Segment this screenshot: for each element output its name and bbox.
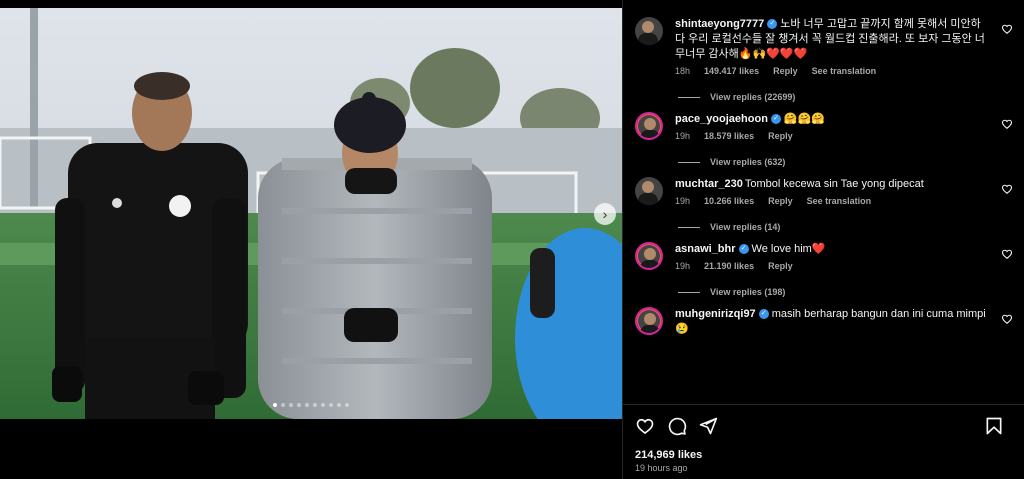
- carousel-dot: [321, 403, 325, 407]
- comment-body: We love him❤️: [751, 243, 826, 255]
- comment-username[interactable]: asnawi_bhr: [675, 243, 736, 255]
- comment-like-heart-icon[interactable]: [1001, 248, 1013, 260]
- heart-icon[interactable]: [635, 416, 655, 436]
- avatar[interactable]: [635, 17, 663, 45]
- verified-badge-icon: ✓: [758, 309, 769, 320]
- carousel-dots: [0, 403, 622, 407]
- comment-like-heart-icon[interactable]: [1001, 183, 1013, 195]
- comment-list: shintaeyong7777 ✓ 노바 너무 고맙고 끝까지 함께 못해서 미안하…: [623, 8, 1024, 404]
- comment-item: muchtar_230 Tombol kecewa sin Tae yong di…: [623, 177, 1024, 232]
- comment-meta: 19h 21.190 likes Reply: [675, 261, 989, 271]
- comment-item: pace_yoojaehoon ✓ 🤗🤗🤗 19h 18.579 likes Reply V…: [623, 112, 1024, 167]
- replies-divider: [678, 291, 700, 293]
- verified-badge-icon: ✓: [738, 244, 749, 255]
- comment-like-count[interactable]: 10.266 likes: [704, 196, 754, 206]
- reply-button[interactable]: Reply: [768, 261, 793, 271]
- carousel-dot: [345, 403, 349, 407]
- comment-like-count[interactable]: 21.190 likes: [704, 261, 754, 271]
- comment-text-block: asnawi_bhr ✓ We love him❤️: [675, 242, 989, 257]
- view-replies-button[interactable]: View replies (14): [675, 222, 989, 232]
- comment-item: asnawi_bhr ✓ We love him❤️ 19h 21.190 likes R…: [623, 242, 1024, 297]
- view-replies-label: View replies (14): [710, 222, 781, 232]
- comment-text-block: muchtar_230 Tombol kecewa sin Tae yong di…: [675, 177, 989, 192]
- reply-button[interactable]: Reply: [768, 131, 793, 141]
- comment-item: shintaeyong7777 ✓ 노바 너무 고맙고 끝까지 함께 못해서 미안하…: [623, 17, 1024, 102]
- comment-username[interactable]: shintaeyong7777: [675, 18, 764, 30]
- reply-button[interactable]: Reply: [773, 66, 798, 76]
- comment-like-heart-icon[interactable]: [1001, 23, 1013, 35]
- see-translation-button[interactable]: See translation: [812, 66, 877, 76]
- comment-time[interactable]: 19h: [675, 261, 690, 271]
- comment-body: 🤗🤗🤗: [783, 113, 826, 125]
- reply-button[interactable]: Reply: [768, 196, 793, 206]
- carousel-next-button[interactable]: ›: [594, 203, 616, 225]
- carousel-dot: [313, 403, 317, 407]
- comment-time[interactable]: 19h: [675, 196, 690, 206]
- bookmark-icon[interactable]: [984, 416, 1004, 436]
- carousel-dot: [305, 403, 309, 407]
- comment-icon[interactable]: [667, 416, 687, 436]
- view-replies-label: View replies (632): [710, 157, 786, 167]
- carousel-dot: [329, 403, 333, 407]
- replies-divider: [678, 161, 700, 163]
- comment-text-block: pace_yoojaehoon ✓ 🤗🤗🤗: [675, 112, 989, 127]
- comment-meta: 19h 18.579 likes Reply: [675, 131, 989, 141]
- comment-item: muhgenirizqi97 ✓ masih berharap bangun dan…: [623, 307, 1024, 337]
- view-replies-label: View replies (198): [710, 287, 786, 297]
- comment-time[interactable]: 19h: [675, 131, 690, 141]
- comment-like-count[interactable]: 149.417 likes: [704, 66, 759, 76]
- post-actions: 214,969 likes 19 hours ago: [623, 404, 1024, 473]
- comment-time[interactable]: 18h: [675, 66, 690, 76]
- carousel-dot: [281, 403, 285, 407]
- comment-text-block: muhgenirizqi97 ✓ masih berharap bangun dan…: [675, 307, 989, 337]
- post-media-viewer: ›: [0, 0, 622, 479]
- action-bar: [623, 405, 1024, 445]
- comment-like-heart-icon[interactable]: [1001, 118, 1013, 130]
- carousel-dot: [273, 403, 277, 407]
- comment-meta: 19h 10.266 likes Reply See translation: [675, 196, 989, 206]
- view-replies-button[interactable]: View replies (22699): [675, 92, 989, 102]
- post-timestamp[interactable]: 19 hours ago: [635, 463, 688, 473]
- chevron-right-icon: ›: [602, 206, 608, 222]
- view-replies-label: View replies (22699): [710, 92, 796, 102]
- comment-like-heart-icon[interactable]: [1001, 313, 1013, 325]
- share-icon[interactable]: [698, 416, 718, 436]
- view-replies-button[interactable]: View replies (198): [675, 287, 989, 297]
- post-photo: [0, 8, 622, 419]
- carousel-dot: [337, 403, 341, 407]
- avatar[interactable]: [635, 177, 663, 205]
- verified-badge-icon: ✓: [770, 114, 781, 125]
- comment-username[interactable]: pace_yoojaehoon: [675, 113, 768, 125]
- carousel-dot: [297, 403, 301, 407]
- post-like-count[interactable]: 214,969 likes: [635, 449, 702, 461]
- replies-divider: [678, 96, 700, 98]
- carousel-dot: [289, 403, 293, 407]
- comment-username[interactable]: muhgenirizqi97: [675, 308, 756, 320]
- verified-badge-icon: ✓: [767, 19, 778, 30]
- replies-divider: [678, 226, 700, 228]
- comment-meta: 18h 149.417 likes Reply See translation: [675, 66, 989, 76]
- avatar[interactable]: [635, 307, 663, 335]
- comment-body: Tombol kecewa sin Tae yong dipecat: [744, 178, 924, 190]
- see-translation-button[interactable]: See translation: [807, 196, 872, 206]
- comments-panel: shintaeyong7777 ✓ 노바 너무 고맙고 끝까지 함께 못해서 미안하…: [622, 0, 1024, 479]
- comment-text-block: shintaeyong7777 ✓ 노바 너무 고맙고 끝까지 함께 못해서 미안하…: [675, 17, 989, 62]
- avatar[interactable]: [635, 112, 663, 140]
- comment-like-count[interactable]: 18.579 likes: [704, 131, 754, 141]
- view-replies-button[interactable]: View replies (632): [675, 157, 989, 167]
- comment-username[interactable]: muchtar_230: [675, 178, 743, 190]
- avatar[interactable]: [635, 242, 663, 270]
